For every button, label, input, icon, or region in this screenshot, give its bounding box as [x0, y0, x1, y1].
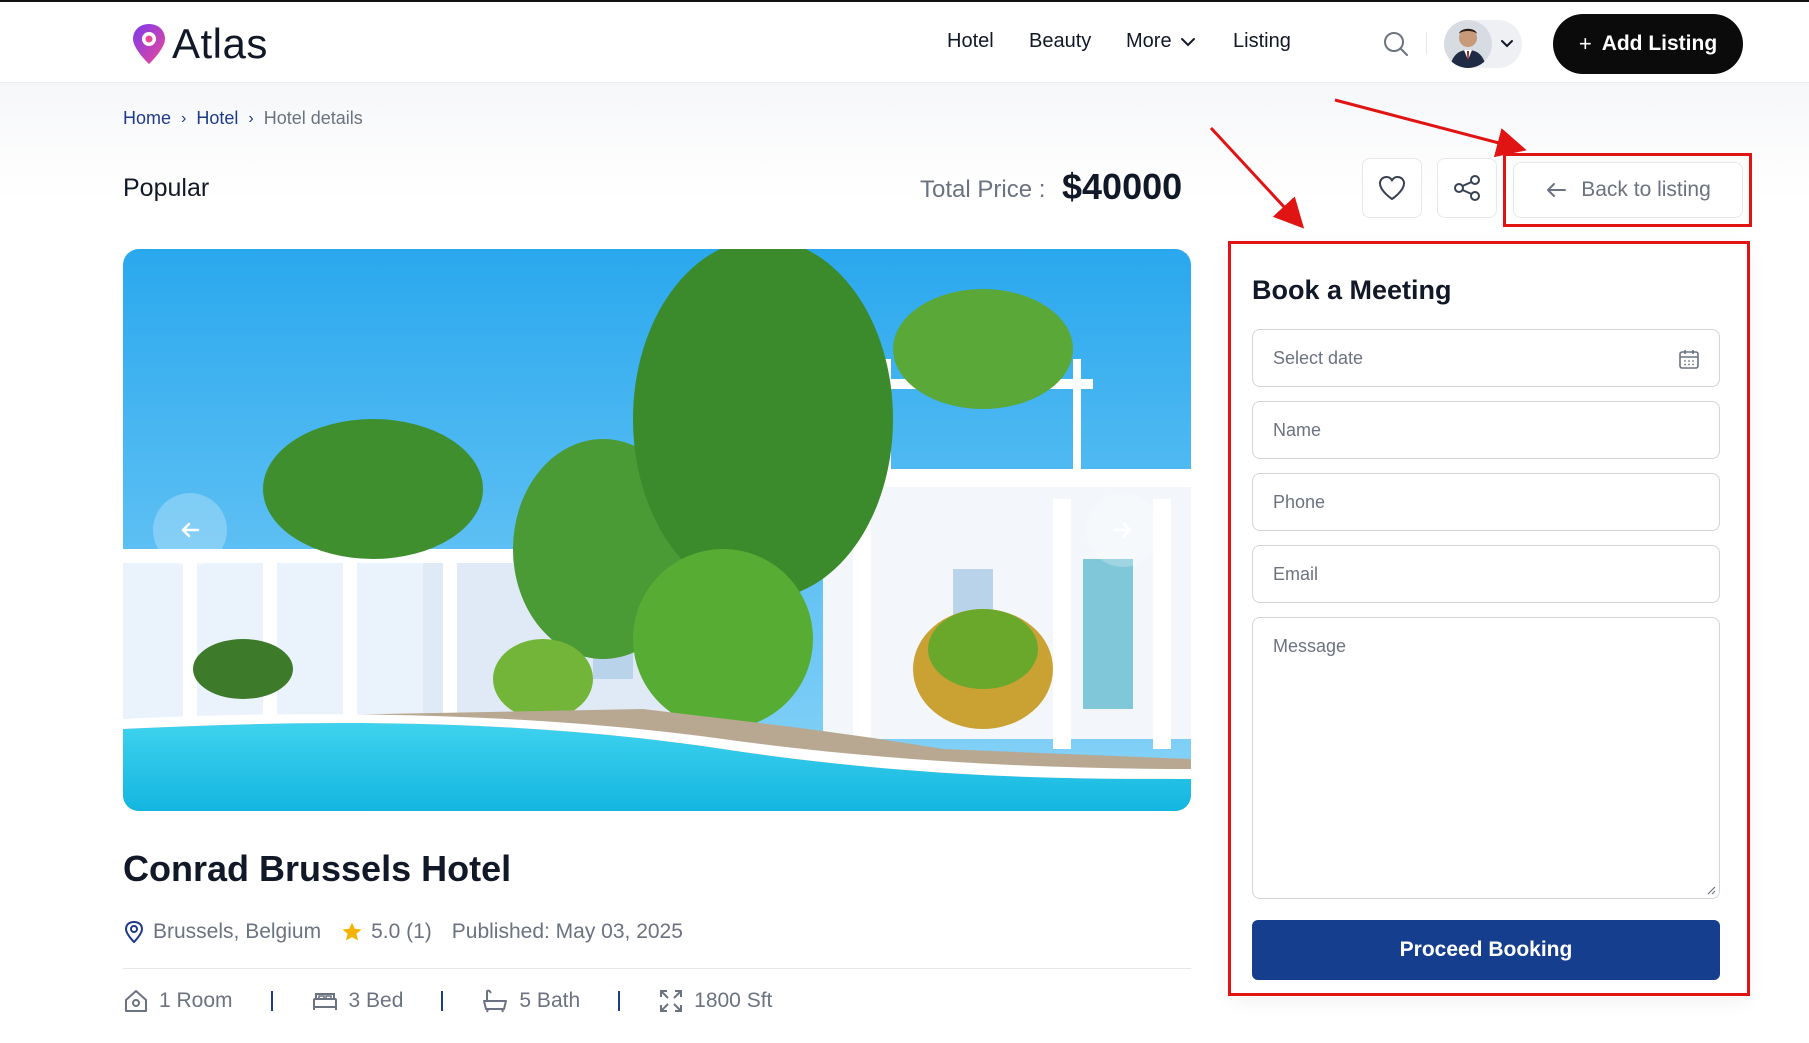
breadcrumb-home[interactable]: Home	[123, 108, 171, 129]
carousel-prev-button[interactable]	[153, 493, 227, 567]
total-price-value: $40000	[1062, 166, 1183, 207]
nav-listing[interactable]: Listing	[1233, 30, 1291, 53]
header-divider	[1426, 32, 1427, 54]
annotation-highlight-back-button	[1503, 153, 1752, 227]
section-divider	[123, 968, 1191, 969]
star-icon	[342, 922, 362, 941]
hotel-title: Conrad Brussels Hotel	[123, 848, 512, 889]
home-icon	[125, 990, 147, 1012]
listing-features: 1 Room 3 Bed 5 Bath 1800 Sft	[123, 988, 772, 1014]
location-pin-logo-icon	[133, 24, 165, 64]
top-header: Atlas Hotel Beauty More Listing + Add Li…	[0, 0, 1809, 82]
map-pin-icon	[124, 920, 144, 944]
breadcrumb: Home › Hotel › Hotel details	[123, 108, 363, 129]
bed-icon	[312, 993, 337, 1010]
chevron-right-icon: ›	[248, 109, 254, 127]
share-button[interactable]	[1437, 158, 1497, 218]
nav-more[interactable]: More	[1126, 30, 1196, 53]
favorite-button[interactable]	[1362, 158, 1422, 218]
listing-status: Popular	[123, 174, 210, 202]
expand-icon	[660, 990, 683, 1012]
feature-rooms-label: 1 Room	[159, 989, 233, 1012]
chevron-down-icon	[1501, 40, 1513, 48]
heart-icon	[1379, 176, 1405, 200]
feature-beds: 3 Bed	[311, 989, 404, 1013]
location-text: Brussels, Belgium	[153, 920, 322, 943]
feature-baths: 5 Bath	[481, 988, 580, 1014]
feature-area-label: 1800 Sft	[694, 989, 773, 1012]
rating-info: 5.0 (1)	[341, 920, 432, 944]
nav-more-label: More	[1126, 30, 1172, 52]
chevron-right-icon: ›	[181, 109, 187, 127]
listing-meta: Brussels, Belgium 5.0 (1) Published: May…	[123, 920, 683, 944]
feature-separator	[618, 991, 621, 1011]
user-menu[interactable]	[1444, 20, 1522, 68]
feature-separator	[270, 991, 273, 1011]
nav-hotel[interactable]: Hotel	[947, 30, 994, 53]
carousel-next-button[interactable]	[1086, 493, 1160, 567]
breadcrumb-hotel[interactable]: Hotel	[196, 108, 238, 129]
feature-beds-label: 3 Bed	[348, 989, 404, 1012]
avatar	[1444, 20, 1492, 68]
brand-name: Atlas	[172, 20, 268, 67]
bathtub-icon	[483, 989, 508, 1013]
arrow-left-icon	[181, 522, 200, 538]
feature-area: 1800 Sft	[658, 988, 772, 1014]
hotel-photo	[123, 249, 1191, 811]
search-icon[interactable]	[1382, 30, 1410, 58]
add-listing-label: Add Listing	[1601, 32, 1718, 55]
feature-rooms: 1 Room	[123, 988, 233, 1014]
plus-icon: +	[1578, 31, 1592, 56]
hotel-photo-carousel[interactable]	[123, 249, 1191, 811]
feature-separator	[441, 991, 444, 1011]
location-info: Brussels, Belgium	[123, 920, 321, 944]
share-icon	[1454, 175, 1480, 201]
rating-text: 5.0 (1)	[371, 920, 432, 943]
published-date: Published: May 03, 2025	[451, 920, 683, 943]
brand-logo[interactable]: Atlas	[130, 22, 268, 66]
total-price-label: Total Price :	[920, 176, 1046, 203]
nav-beauty[interactable]: Beauty	[1029, 30, 1091, 53]
feature-baths-label: 5 Bath	[519, 989, 581, 1012]
chevron-down-icon	[1180, 37, 1195, 46]
breadcrumb-current: Hotel details	[263, 108, 363, 128]
arrow-right-icon	[1113, 522, 1132, 538]
annotation-highlight-booking-form	[1228, 241, 1750, 996]
add-listing-button[interactable]: + Add Listing	[1553, 14, 1743, 74]
